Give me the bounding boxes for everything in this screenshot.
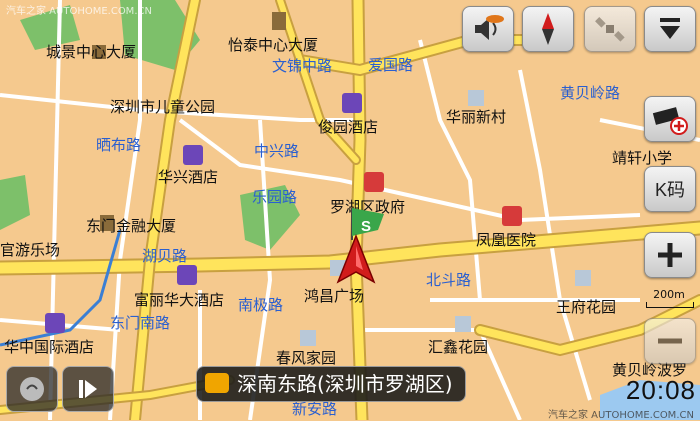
road-label: 黄贝岭路 [560, 84, 620, 102]
road-label: 晒布路 [96, 136, 141, 154]
zoom-in-button[interactable] [644, 232, 696, 278]
plus-icon [658, 243, 682, 267]
poi-label: 城景中心大厦 [46, 43, 136, 61]
clock: 20:08 [625, 375, 696, 405]
road-label: 乐园路 [252, 188, 297, 206]
map-canvas[interactable]: 城景中心大厦 怡泰中心大厦 深圳市儿童公园 俊园酒店 华丽新村 华兴酒店 罗湖区… [0, 0, 700, 420]
road-label: 湖贝路 [142, 247, 187, 265]
hotel-icon [183, 145, 203, 165]
road-label: 中兴路 [254, 142, 299, 160]
road-label: 南极路 [238, 296, 283, 314]
svg-text:S: S [361, 218, 371, 235]
poi-label: 东门金融大厦 [86, 217, 176, 235]
road-label: 爱国路 [368, 56, 413, 74]
minus-icon [658, 338, 682, 344]
play-icon [79, 380, 97, 398]
current-street-bar[interactable]: 深南东路(深圳市罗湖区) [196, 366, 466, 402]
collapse-down-icon [660, 18, 680, 39]
government-icon [364, 172, 384, 192]
road-label: 北斗路 [426, 271, 471, 289]
building-icon [575, 270, 591, 286]
poi-label: 怡泰中心大厦 [228, 36, 318, 54]
building-icon [455, 316, 471, 332]
hotel-icon [45, 313, 65, 333]
poi-label: 凤凰医院 [476, 231, 536, 249]
poi-label: 王府花园 [556, 298, 616, 316]
k-code-label: K码 [654, 180, 685, 200]
poi-label: 华丽新村 [446, 108, 506, 126]
radio-icon [205, 373, 229, 393]
speaker-icon [475, 15, 504, 40]
compass-icon [542, 13, 554, 45]
camera-plus-icon [652, 107, 688, 135]
hospital-icon [502, 206, 522, 226]
poi-label: 华兴酒店 [158, 168, 218, 186]
building-icon [272, 12, 286, 30]
watermark: 汽车之家 AUTOHOME.COM.CN [6, 6, 152, 17]
play-button[interactable] [62, 366, 114, 412]
poi-label: 靖轩小学 [612, 149, 672, 167]
hotel-icon [177, 265, 197, 285]
satellite-icon [595, 17, 625, 42]
poi-label: 汇鑫花园 [428, 338, 488, 356]
poi-label: 春风家园 [276, 349, 336, 367]
voice-icon [20, 377, 44, 401]
scale-label: 200m [653, 288, 685, 301]
road-label: 文锦中路 [272, 57, 332, 75]
satellite-button[interactable] [584, 6, 636, 52]
watermark: 汽车之家 AUTOHOME.COM.CN [548, 410, 694, 421]
camera-add-button[interactable] [644, 96, 696, 142]
road-label: 东门南路 [110, 314, 170, 332]
poi-label: 富丽华大酒店 [134, 291, 224, 309]
poi-label: 官游乐场 [0, 241, 60, 259]
poi-label: 华中国际酒店 [4, 338, 94, 356]
k-code-button[interactable]: K码 [644, 166, 696, 212]
road-label: 新安路 [292, 400, 337, 418]
menu-down-button[interactable] [644, 6, 696, 52]
scale-bar [646, 302, 694, 308]
building-icon [300, 330, 316, 346]
volume-button[interactable] [462, 6, 514, 52]
poi-label: 俊园酒店 [318, 118, 378, 136]
poi-label: 深圳市儿童公园 [110, 98, 215, 116]
poi-label: 鸿昌广场 [304, 287, 364, 305]
voice-button[interactable] [6, 366, 58, 412]
building-icon [468, 90, 484, 106]
current-street-name: 深南东路(深圳市罗湖区) [237, 372, 453, 396]
hotel-icon [342, 93, 362, 113]
zoom-out-button[interactable] [644, 318, 696, 364]
compass-button[interactable] [522, 6, 574, 52]
